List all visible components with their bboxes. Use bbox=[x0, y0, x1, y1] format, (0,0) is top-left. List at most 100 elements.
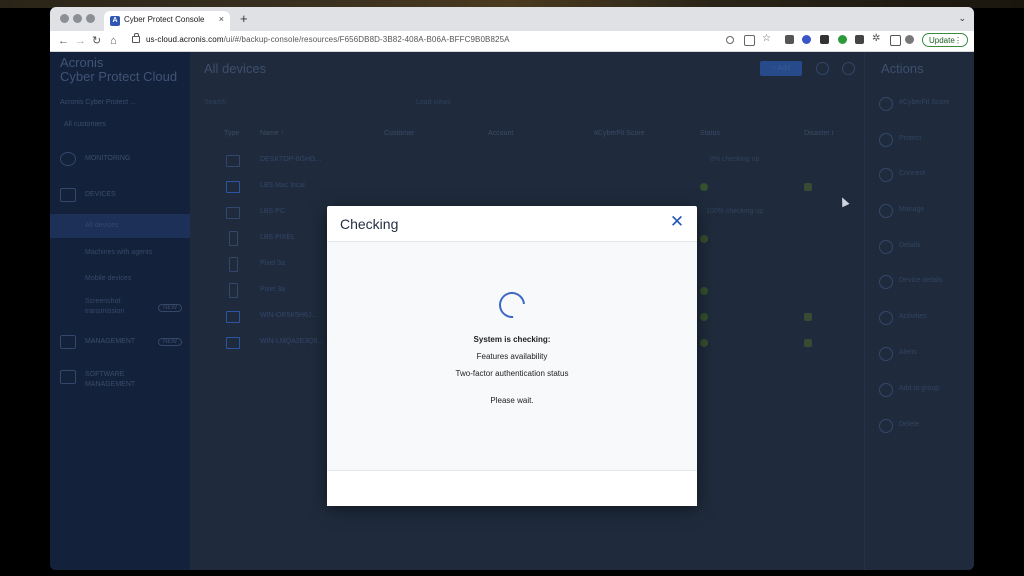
nav-sub-mobile[interactable]: Mobile devices bbox=[85, 275, 131, 282]
nav-monitoring-label: MONITORING bbox=[85, 155, 131, 162]
update-button[interactable]: Update ⋮ bbox=[922, 33, 968, 47]
nav-sub-screenshot[interactable]: Screenshot transmission bbox=[85, 297, 151, 317]
more-menu-icon[interactable]: ⋮ bbox=[954, 34, 962, 48]
column-header-customer[interactable]: Customer bbox=[384, 130, 414, 137]
action-add-to-group[interactable]: Add to group bbox=[877, 380, 974, 400]
gauge-icon bbox=[60, 152, 76, 166]
tenant-selector[interactable]: Acronis Cyber Protect ... bbox=[60, 99, 136, 106]
sidepanel-icon[interactable] bbox=[890, 35, 901, 46]
wait-message: Please wait. bbox=[490, 396, 534, 405]
browser-window: A Cyber Protect Console × + ⌄ ← → ↻ ⌂ us… bbox=[50, 7, 974, 570]
table-row[interactable]: LBS Mac local bbox=[190, 174, 864, 200]
add-device-button[interactable]: + Add bbox=[760, 61, 802, 76]
nav-sub-all-devices[interactable]: All devices bbox=[85, 222, 118, 229]
extension-icon[interactable] bbox=[820, 35, 829, 44]
action-device-details[interactable]: Device details bbox=[877, 272, 974, 292]
server-icon bbox=[226, 337, 240, 349]
details-icon bbox=[879, 240, 893, 254]
action-label: Alerts bbox=[899, 349, 917, 356]
lock-icon[interactable] bbox=[132, 33, 140, 43]
group-icon bbox=[879, 383, 893, 397]
status-dot bbox=[700, 287, 708, 295]
puzzle-extensions-icon[interactable]: ✲ bbox=[872, 33, 880, 44]
disaster-recovery-icon bbox=[804, 313, 812, 321]
tab-bar: A Cyber Protect Console × + ⌄ bbox=[50, 7, 974, 31]
tab-search-chevron-icon[interactable]: ⌄ bbox=[958, 13, 966, 24]
checking-heading: System is checking: bbox=[473, 335, 551, 344]
nav-sub-machines[interactable]: Machines with agents bbox=[85, 249, 152, 256]
device-name: LBS PIXEL bbox=[260, 234, 296, 241]
loading-spinner-icon bbox=[493, 286, 531, 324]
tab-close-icon[interactable]: × bbox=[219, 14, 224, 24]
nav-software-label: SOFTWARE MANAGEMENT bbox=[85, 371, 136, 388]
column-header-account[interactable]: Account bbox=[488, 130, 513, 137]
app-area: Acronis Cyber Protect Cloud Acronis Cybe… bbox=[50, 52, 974, 570]
url-domain: us-cloud.acronis.com bbox=[146, 35, 224, 44]
url-field[interactable]: us-cloud.acronis.com/ui/#/backup-console… bbox=[146, 35, 510, 44]
history-icon[interactable] bbox=[816, 62, 829, 75]
window-close-dot[interactable] bbox=[60, 14, 69, 23]
close-icon[interactable]: ✕ bbox=[669, 213, 685, 231]
action-details[interactable]: Details bbox=[877, 237, 974, 257]
status-dot bbox=[700, 313, 708, 321]
action-cyberfit[interactable]: #CyberFit Score bbox=[877, 94, 974, 114]
action-delete[interactable]: Delete bbox=[877, 416, 974, 436]
search-field[interactable]: Search bbox=[204, 99, 226, 106]
action-label: Protect bbox=[899, 135, 922, 142]
action-alerts[interactable]: Alerts bbox=[877, 344, 974, 364]
bookmark-star-icon[interactable]: ☆ bbox=[762, 33, 771, 44]
laptop-icon bbox=[226, 181, 240, 193]
device-name: DESKTOP-6GHG... bbox=[260, 156, 322, 163]
dialog-header: Checking ✕ bbox=[327, 206, 697, 242]
load-views-button[interactable]: Load views bbox=[416, 99, 451, 106]
url-path: /ui/#/backup-console/resources/F656DB8D-… bbox=[223, 35, 510, 44]
profile-avatar-icon[interactable] bbox=[905, 35, 914, 44]
share-icon[interactable] bbox=[744, 35, 755, 46]
column-header-status[interactable]: Status bbox=[700, 130, 720, 137]
extension-icon[interactable] bbox=[785, 35, 794, 44]
window-minimize-dot[interactable] bbox=[73, 14, 82, 23]
forward-icon[interactable]: → bbox=[75, 34, 86, 48]
home-icon[interactable]: ⌂ bbox=[110, 34, 117, 48]
shield-icon bbox=[879, 133, 893, 147]
tab-title: Cyber Protect Console bbox=[124, 15, 205, 24]
extension-icon[interactable] bbox=[838, 35, 847, 44]
action-activities[interactable]: Activities bbox=[877, 308, 974, 328]
address-bar: ← → ↻ ⌂ us-cloud.acronis.com/ui/#/backup… bbox=[50, 31, 974, 52]
connect-icon bbox=[879, 168, 893, 182]
reload-icon[interactable]: ↻ bbox=[92, 34, 101, 48]
action-label: Delete bbox=[899, 421, 920, 428]
table-row[interactable]: DESKTOP-6GHG... 0% checking up bbox=[190, 148, 864, 174]
delete-icon bbox=[879, 419, 893, 433]
management-icon bbox=[60, 335, 76, 349]
back-icon[interactable]: ← bbox=[58, 34, 69, 48]
phone-icon bbox=[229, 257, 238, 272]
device-name: Pixel 3a bbox=[260, 286, 285, 293]
column-header-disaster[interactable]: Disaster r bbox=[804, 130, 834, 137]
help-icon[interactable] bbox=[842, 62, 855, 75]
update-label: Update bbox=[929, 36, 955, 45]
column-header-name[interactable]: Name ↑ bbox=[260, 130, 284, 137]
phone-icon bbox=[229, 283, 238, 298]
action-protect[interactable]: Protect bbox=[877, 130, 974, 150]
window-zoom-dot[interactable] bbox=[86, 14, 95, 23]
action-manage[interactable]: Manage bbox=[877, 201, 974, 221]
status-dot bbox=[700, 339, 708, 347]
customer-filter[interactable]: All customers bbox=[64, 121, 176, 133]
action-connect[interactable]: Connect bbox=[877, 165, 974, 185]
brand-name: Acronis bbox=[60, 55, 104, 70]
browser-tab-active[interactable]: A Cyber Protect Console × bbox=[104, 11, 230, 31]
extension-icon[interactable] bbox=[855, 35, 864, 44]
column-header-type[interactable]: Type bbox=[224, 130, 239, 137]
alert-icon bbox=[879, 347, 893, 361]
column-header-cyberfit[interactable]: #CyberFit Score bbox=[594, 130, 645, 137]
device-status: 0% checking up bbox=[710, 156, 760, 163]
device-name: LBS PC bbox=[260, 208, 285, 215]
brand-product: Cyber Protect Cloud bbox=[60, 69, 178, 84]
new-tab-button[interactable]: + bbox=[240, 12, 248, 25]
phone-icon bbox=[229, 231, 238, 246]
key-icon[interactable] bbox=[726, 36, 734, 44]
nav-sub-active-bg bbox=[50, 214, 190, 238]
extension-gear-icon[interactable] bbox=[802, 35, 811, 44]
action-label: Manage bbox=[899, 206, 925, 213]
